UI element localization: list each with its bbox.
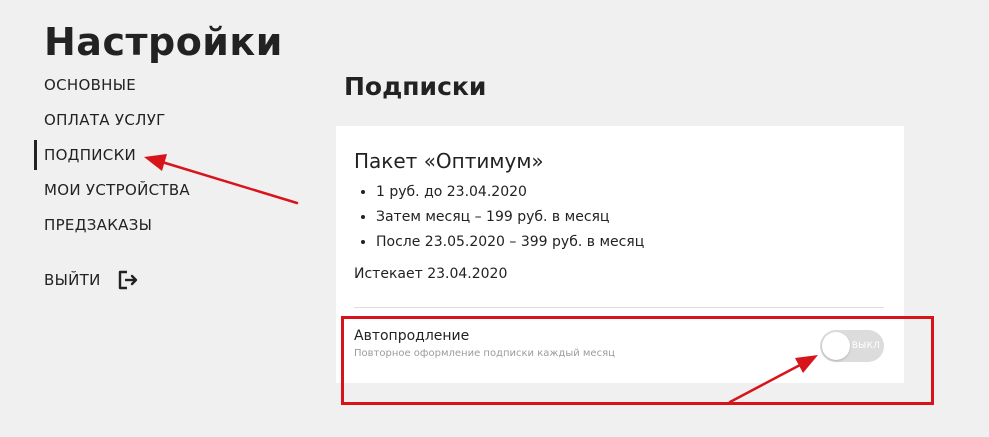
- sidebar-nav: ОСНОВНЫЕ ОПЛАТА УСЛУГ ПОДПИСКИ МОИ УСТРО…: [34, 70, 294, 295]
- autorenew-title: Автопродление: [354, 328, 470, 344]
- logout-icon: [115, 268, 139, 292]
- sidebar-item-devices[interactable]: МОИ УСТРОЙСТВА: [34, 175, 294, 210]
- settings-page: Настройки ОСНОВНЫЕ ОПЛАТА УСЛУГ ПОДПИСКИ…: [0, 0, 989, 437]
- subscription-title: Пакет «Оптимум»: [354, 149, 544, 173]
- sidebar-item-preorders[interactable]: ПРЕДЗАКАЗЫ: [34, 210, 294, 245]
- sidebar-item-label: ОПЛАТА УСЛУГ: [44, 111, 166, 129]
- sidebar-item-general[interactable]: ОСНОВНЫЕ: [34, 70, 294, 105]
- logout-label: ВЫЙТИ: [44, 271, 101, 289]
- list-item: Затем месяц – 199 руб. в месяц: [376, 205, 644, 230]
- sidebar-item-label: ОСНОВНЫЕ: [44, 76, 137, 94]
- list-item: 1 руб. до 23.04.2020: [376, 180, 644, 205]
- toggle-state-label: ВЫКЛ: [851, 341, 881, 351]
- sidebar-item-label: ПРЕДЗАКАЗЫ: [44, 216, 153, 234]
- expiry-date: Истекает 23.04.2020: [354, 266, 508, 282]
- autorenew-subtitle: Повторное оформление подписки каждый мес…: [354, 348, 615, 359]
- sidebar-item-subscriptions[interactable]: ПОДПИСКИ: [34, 140, 294, 175]
- page-title: Настройки: [44, 20, 283, 64]
- logout-button[interactable]: ВЫЙТИ: [34, 265, 294, 295]
- divider: [354, 307, 884, 308]
- list-item: После 23.05.2020 – 399 руб. в месяц: [376, 230, 644, 255]
- subscription-features: 1 руб. до 23.04.2020 Затем месяц – 199 р…: [354, 180, 644, 255]
- sidebar-item-payments[interactable]: ОПЛАТА УСЛУГ: [34, 105, 294, 140]
- sidebar-item-label: МОИ УСТРОЙСТВА: [44, 181, 190, 199]
- toggle-knob: [822, 332, 850, 360]
- autorenew-toggle[interactable]: ВЫКЛ: [820, 330, 884, 362]
- section-title: Подписки: [344, 72, 487, 101]
- subscription-card: Пакет «Оптимум» 1 руб. до 23.04.2020 Зат…: [336, 126, 904, 383]
- sidebar-item-label: ПОДПИСКИ: [44, 146, 137, 164]
